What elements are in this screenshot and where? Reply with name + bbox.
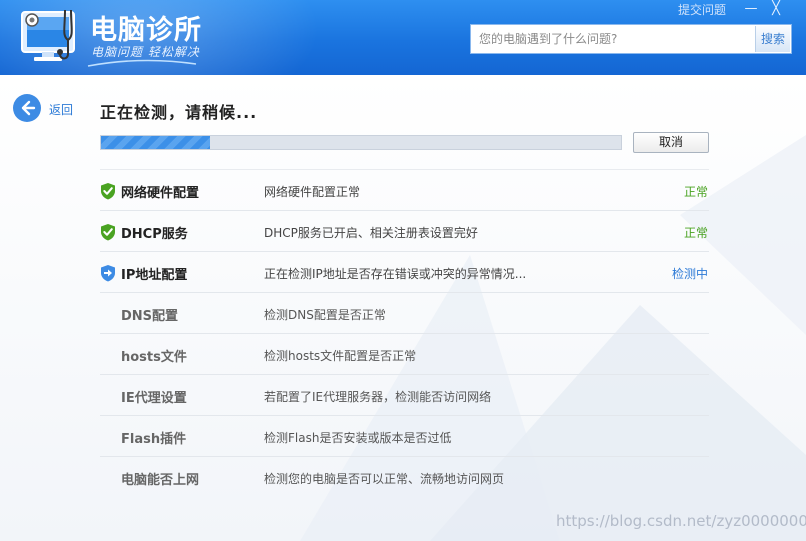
check-result: 检测中 (671, 267, 708, 281)
check-row: DNS配置 检测DNS配置是否正常 (100, 292, 709, 333)
status-title: 正在检测，请稍候... (100, 103, 258, 122)
check-name: IE代理设置 (121, 391, 187, 406)
check-row: Flash插件 检测Flash是否安装或版本是否过低 (100, 415, 709, 456)
check-name: DHCP服务 (121, 227, 188, 242)
check-row: 网络硬件配置 网络硬件配置正常 正常 (100, 169, 709, 210)
check-name: 电脑能否上网 (121, 473, 200, 488)
check-description: 检测Flash是否安装或版本是否过低 (264, 431, 452, 445)
check-description: 检测DNS配置是否正常 (264, 308, 386, 322)
check-description: 正在检测IP地址是否存在错误或冲突的异常情况... (264, 267, 527, 281)
progress-fill (101, 136, 210, 149)
check-description: 检测hosts文件配置是否正常 (264, 349, 417, 363)
check-row: hosts文件 检测hosts文件配置是否正常 (100, 333, 709, 374)
minimize-button[interactable]: — (740, 0, 762, 18)
check-description: 网络硬件配置正常 (264, 185, 361, 199)
check-name: Flash插件 (121, 432, 187, 447)
progress-bar (100, 135, 622, 150)
back-button[interactable] (13, 94, 41, 122)
check-row: DHCP服务 DHCP服务已开启、相关注册表设置完好 正常 (100, 210, 709, 251)
close-button[interactable]: ╳ (765, 0, 787, 18)
check-description: DHCP服务已开启、相关注册表设置完好 (264, 226, 478, 240)
main-panel: 返回 正在检测，请稍候... 取消 网络硬件配置 网络硬件配置正常 正常 DHCP服务… (0, 75, 806, 541)
report-problem-link[interactable]: 提交问题 (678, 1, 726, 18)
shield-arrow-icon (100, 264, 116, 282)
back-link[interactable]: 返回 (49, 101, 73, 118)
check-row: IP地址配置 正在检测IP地址是否存在错误或冲突的异常情况... 检测中 (100, 251, 709, 292)
app-title: 电脑诊所 (90, 15, 202, 46)
cancel-button[interactable]: 取消 (633, 132, 709, 153)
check-description: 检测您的电脑是否可以正常、流畅地访问网页 (264, 472, 505, 486)
check-result: 正常 (683, 226, 708, 240)
subtitle-swoosh (87, 59, 197, 67)
search-input[interactable] (471, 25, 756, 53)
check-name: hosts文件 (121, 350, 187, 365)
check-row: 电脑能否上网 检测您的电脑是否可以正常、流畅地访问网页 (100, 456, 709, 497)
search-box: 搜索 (470, 24, 792, 54)
check-row: IE代理设置 若配置了IE代理服务器，检测能否访问网络 (100, 374, 709, 415)
check-result: 正常 (683, 185, 708, 199)
check-name: IP地址配置 (121, 268, 188, 283)
shield-check-icon (100, 223, 116, 241)
check-name: 网络硬件配置 (121, 186, 200, 201)
shield-check-icon (100, 182, 116, 200)
clinic-logo-icon (18, 6, 80, 64)
arrow-left-icon (21, 100, 36, 116)
watermark: https://blog.csdn.net/zyz00000000 (556, 512, 806, 530)
check-list: 网络硬件配置 网络硬件配置正常 正常 DHCP服务 DHCP服务已开启、相关注册表设置完… (100, 169, 709, 497)
check-name: DNS配置 (121, 309, 179, 324)
search-button[interactable]: 搜索 (755, 26, 790, 52)
title-bar: 电脑诊所 电脑问题 轻松解决 提交问题 — ╳ 搜索 (0, 0, 806, 75)
check-description: 若配置了IE代理服务器，检测能否访问网络 (264, 390, 492, 404)
